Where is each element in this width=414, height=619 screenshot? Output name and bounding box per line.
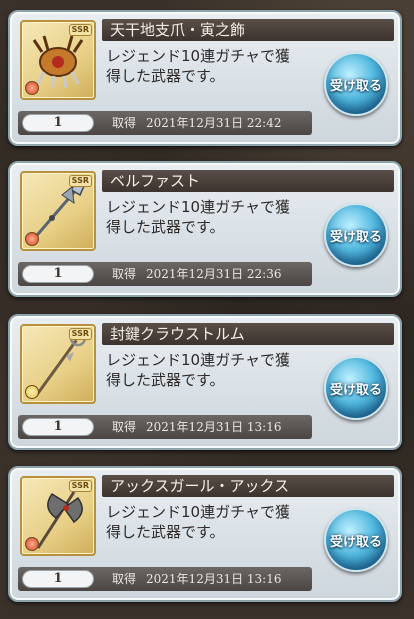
acquired-label: 取得 [112,116,137,130]
item-description: レジェンド10連ガチャで獲 得した武器です。 [106,350,306,390]
item-name: 封鍵クラウストルム [102,323,394,345]
description-line: レジェンド10連ガチャで獲 [106,198,290,216]
weapon-thumbnail: SSR [20,20,96,100]
element-icon [25,232,39,246]
description-line: レジェンド10連ガチャで獲 [106,503,290,521]
weapon-thumbnail: SSR [20,324,96,404]
item-name: ベルファスト [102,170,394,192]
info-bar: 1 取得 2021年12月31日 13:16 [18,415,312,439]
info-bar: 1 取得 2021年12月31日 22:36 [18,262,312,286]
weapon-thumbnail: SSR [20,171,96,251]
rarity-badge: SSR [68,328,92,340]
description-line: 得した武器です。 [106,218,225,236]
acquired-label: 取得 [112,572,137,586]
element-icon [25,537,39,551]
acquired-label: 取得 [112,267,137,281]
acquired-info: 取得 2021年12月31日 13:16 [112,415,282,439]
gift-item-card: SSR 天干地支爪・寅之飾 レジェンド10連ガチャで獲 得した武器です。 受け取… [8,10,402,146]
weapon-thumbnail: SSR [20,476,96,556]
acquired-date: 2021年12月31日 22:42 [146,116,282,130]
gift-item-card: SSR 封鍵クラウストルム レジェンド10連ガチャで獲 得した武器です。 受け取… [8,314,402,450]
gift-item-card: SSR ベルファスト レジェンド10連ガチャで獲 得した武器です。 受け取る 1… [8,161,402,297]
rarity-badge: SSR [68,175,92,187]
receive-button[interactable]: 受け取る [324,356,388,420]
item-description: レジェンド10連ガチャで獲 得した武器です。 [106,502,306,542]
acquired-label: 取得 [112,420,137,434]
item-name: 天干地支爪・寅之飾 [102,19,394,41]
info-bar: 1 取得 2021年12月31日 13:16 [18,567,312,591]
description-line: 得した武器です。 [106,523,225,541]
quantity-badge: 1 [22,265,94,283]
acquired-info: 取得 2021年12月31日 22:42 [112,111,282,135]
description-line: レジェンド10連ガチャで獲 [106,47,290,65]
description-line: レジェンド10連ガチャで獲 [106,351,290,369]
acquired-date: 2021年12月31日 22:36 [146,267,282,281]
rarity-badge: SSR [68,24,92,36]
acquired-date: 2021年12月31日 13:16 [146,572,282,586]
receive-button[interactable]: 受け取る [324,508,388,572]
rarity-badge: SSR [68,480,92,492]
gift-item-card: SSR アックスガール・アックス レジェンド10連ガチャで獲 得した武器です。 … [8,466,402,602]
description-line: 得した武器です。 [106,371,225,389]
receive-button[interactable]: 受け取る [324,203,388,267]
item-description: レジェンド10連ガチャで獲 得した武器です。 [106,197,306,237]
element-icon [25,81,39,95]
quantity-badge: 1 [22,570,94,588]
receive-button[interactable]: 受け取る [324,52,388,116]
quantity-badge: 1 [22,418,94,436]
quantity-badge: 1 [22,114,94,132]
description-line: 得した武器です。 [106,67,225,85]
acquired-info: 取得 2021年12月31日 22:36 [112,262,282,286]
element-icon [25,385,39,399]
acquired-info: 取得 2021年12月31日 13:16 [112,567,282,591]
item-name: アックスガール・アックス [102,475,394,497]
acquired-date: 2021年12月31日 13:16 [146,420,282,434]
info-bar: 1 取得 2021年12月31日 22:42 [18,111,312,135]
item-description: レジェンド10連ガチャで獲 得した武器です。 [106,46,306,86]
